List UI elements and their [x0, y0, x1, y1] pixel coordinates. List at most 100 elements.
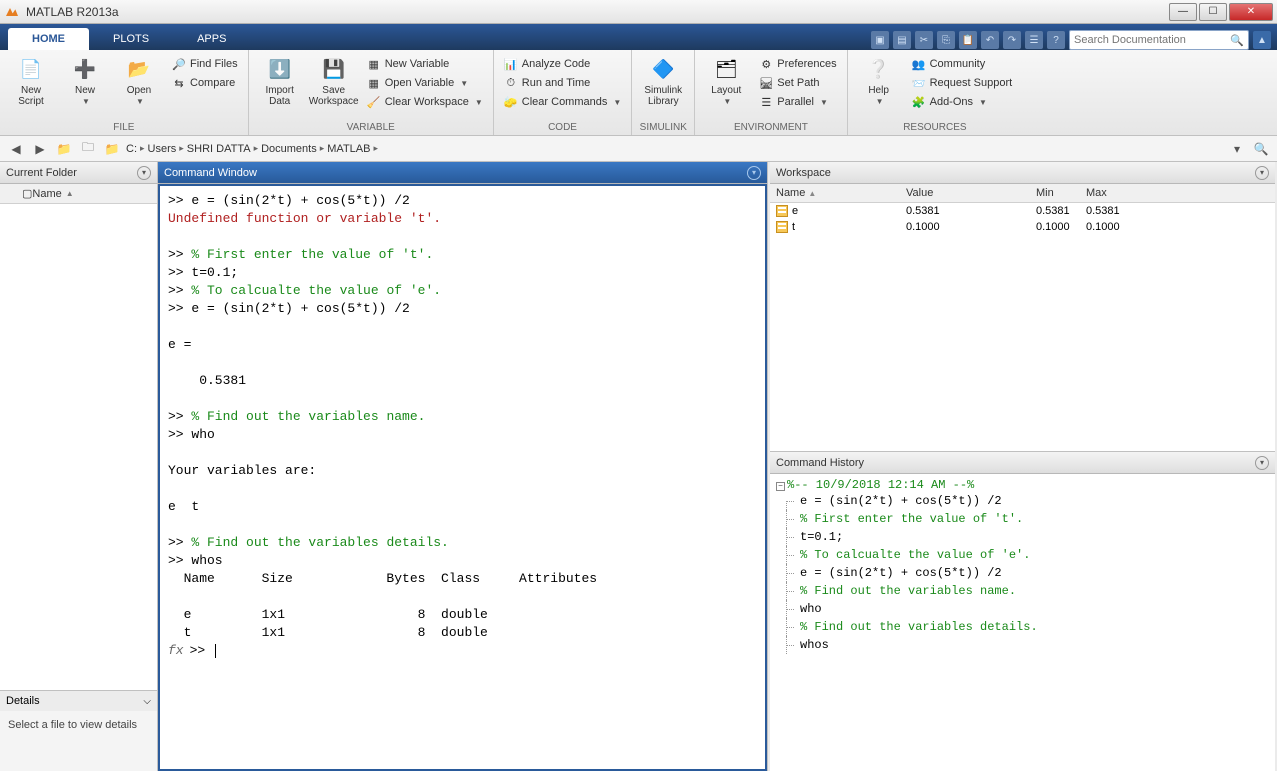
import-data-button[interactable]: ⬇️ Import Data — [255, 52, 305, 110]
panel-menu-icon[interactable]: ▾ — [747, 166, 761, 180]
simulink-library-button[interactable]: 🔷 Simulink Library — [638, 52, 688, 110]
breadcrumb-segment[interactable]: Documents — [261, 143, 317, 155]
history-item[interactable]: t=0.1; — [776, 528, 1269, 546]
tab-home[interactable]: HOME — [8, 28, 89, 50]
qat-help-icon[interactable]: ? — [1047, 31, 1065, 49]
clear-commands-button[interactable]: 🧽Clear Commands▼ — [500, 93, 626, 111]
clear-workspace-button[interactable]: 🧹Clear Workspace▼ — [363, 93, 487, 111]
qat-icon[interactable]: ▣ — [871, 31, 889, 49]
breadcrumb-segment[interactable]: Users — [148, 143, 177, 155]
command-window-header[interactable]: Command Window ▾ — [158, 162, 767, 184]
search-folder-button[interactable]: 🔍 — [1251, 139, 1271, 159]
qat-icon[interactable]: ☰ — [1025, 31, 1043, 49]
breadcrumb-segment[interactable]: C: — [126, 143, 137, 155]
run-and-time-button[interactable]: ⏱Run and Time — [500, 74, 626, 92]
forward-button[interactable]: ▶ — [30, 139, 50, 159]
community-icon: 👥 — [912, 57, 926, 71]
breadcrumb[interactable]: C:▸Users▸SHRI DATTA▸Documents▸MATLAB▸ — [126, 143, 378, 155]
history-item[interactable]: e = (sin(2*t) + cos(5*t)) /2 — [776, 564, 1269, 582]
request-support-button[interactable]: 📨Request Support — [908, 74, 1017, 92]
timer-icon: ⏱ — [504, 76, 518, 90]
qat-paste-icon[interactable]: 📋 — [959, 31, 977, 49]
search-documentation[interactable]: 🔍 — [1069, 30, 1249, 50]
preferences-button[interactable]: ⚙Preferences — [755, 55, 840, 73]
close-button[interactable]: ✕ — [1229, 3, 1273, 21]
current-folder-list[interactable] — [0, 204, 157, 690]
ribbon-group-resources: ❔ Help▼ 👥Community 📨Request Support 🧩Add… — [848, 50, 1023, 135]
qat-redo-icon[interactable]: ↷ — [1003, 31, 1021, 49]
search-icon[interactable]: 🔍 — [1230, 34, 1244, 47]
parallel-button[interactable]: ☰Parallel▼ — [755, 93, 840, 111]
tab-plots[interactable]: PLOTS — [89, 28, 173, 50]
up-folder-button[interactable]: 📁 — [54, 139, 74, 159]
workspace-panel: Workspace ▾ Name ▲ Value Min Max e0.5381… — [768, 162, 1277, 452]
current-folder-name-header[interactable]: ▢ Name▲ — [0, 184, 157, 204]
open-button[interactable]: 📂 Open▼ — [114, 52, 164, 110]
history-item[interactable]: % Find out the variables name. — [776, 582, 1269, 600]
find-files-icon: 🔎 — [172, 57, 186, 71]
new-script-button[interactable]: 📄 New Script — [6, 52, 56, 110]
addons-button[interactable]: 🧩Add-Ons▼ — [908, 93, 1017, 111]
collapse-icon[interactable]: − — [776, 482, 785, 491]
compare-button[interactable]: ⇆Compare — [168, 74, 242, 92]
help-button[interactable]: ❔ Help▼ — [854, 52, 904, 110]
set-path-button[interactable]: 🛤Set Path — [755, 74, 840, 92]
minimize-button[interactable]: — — [1169, 3, 1197, 21]
current-folder-header[interactable]: Current Folder ▾ — [0, 162, 157, 184]
ribbon-group-variable: ⬇️ Import Data 💾 Save Workspace ▦New Var… — [249, 50, 494, 135]
qat-cut-icon[interactable]: ✂ — [915, 31, 933, 49]
history-item[interactable]: who — [776, 600, 1269, 618]
workspace-header[interactable]: Workspace ▾ — [770, 162, 1275, 184]
breadcrumb-segment[interactable]: SHRI DATTA — [187, 143, 251, 155]
new-button[interactable]: ➕ New▼ — [60, 52, 110, 110]
gear-icon: ⚙ — [759, 57, 773, 71]
simulink-icon: 🔷 — [649, 55, 677, 83]
save-workspace-button[interactable]: 💾 Save Workspace — [309, 52, 359, 110]
qat-icon[interactable]: ▤ — [893, 31, 911, 49]
tab-apps[interactable]: APPS — [173, 28, 250, 50]
history-item[interactable]: e = (sin(2*t) + cos(5*t)) /2 — [776, 492, 1269, 510]
command-window[interactable]: >> e = (sin(2*t) + cos(5*t)) /2Undefined… — [158, 184, 767, 771]
community-button[interactable]: 👥Community — [908, 55, 1017, 73]
analyze-code-button[interactable]: 📊Analyze Code — [500, 55, 626, 73]
panel-menu-icon[interactable]: ▾ — [137, 166, 151, 180]
command-window-panel: Command Window ▾ >> e = (sin(2*t) + cos(… — [158, 162, 767, 771]
import-icon: ⬇️ — [266, 55, 294, 83]
panel-menu-icon[interactable]: ▾ — [1255, 166, 1269, 180]
chevron-down-icon: ▼ — [460, 79, 468, 88]
plus-icon: ➕ — [71, 55, 99, 83]
chevron-down-icon: ▼ — [723, 97, 731, 106]
history-item[interactable]: % To calcualte the value of 'e'. — [776, 546, 1269, 564]
qat-copy-icon[interactable]: ⎘ — [937, 31, 955, 49]
workspace-row[interactable]: e0.53810.53810.5381 — [770, 203, 1275, 220]
toolstrip-collapse-icon[interactable]: ▲ — [1253, 31, 1271, 49]
history-item[interactable]: % Find out the variables details. — [776, 618, 1269, 636]
breadcrumb-segment[interactable]: MATLAB — [327, 143, 370, 155]
open-variable-button[interactable]: ▦Open Variable▼ — [363, 74, 487, 92]
clear-workspace-icon: 🧹 — [367, 95, 381, 109]
details-header[interactable]: Details ⌵ — [0, 691, 157, 711]
command-history-header[interactable]: Command History ▾ — [770, 452, 1275, 474]
command-history[interactable]: −%-- 10/9/2018 12:14 AM --%e = (sin(2*t)… — [770, 474, 1275, 771]
history-dropdown[interactable]: ▾ — [1227, 139, 1247, 159]
chevron-down-icon: ▼ — [876, 97, 884, 106]
workspace-table[interactable]: Name ▲ Value Min Max e0.53810.53810.5381… — [770, 184, 1275, 452]
search-input[interactable] — [1074, 34, 1230, 46]
variable-icon — [776, 221, 788, 233]
fx-icon[interactable]: fx — [168, 642, 184, 660]
maximize-button[interactable]: ☐ — [1199, 3, 1227, 21]
history-item[interactable]: % First enter the value of 't'. — [776, 510, 1269, 528]
qat-undo-icon[interactable]: ↶ — [981, 31, 999, 49]
browse-button[interactable]: 🗀 — [78, 139, 98, 159]
back-button[interactable]: ◀ — [6, 139, 26, 159]
address-bar: ◀ ▶ 📁 🗀 📁 C:▸Users▸SHRI DATTA▸Documents▸… — [0, 136, 1277, 162]
new-variable-button[interactable]: ▦New Variable — [363, 55, 487, 73]
ribbon-group-code: 📊Analyze Code ⏱Run and Time 🧽Clear Comma… — [494, 50, 633, 135]
history-item[interactable]: whos — [776, 636, 1269, 654]
panel-menu-icon[interactable]: ▾ — [1255, 456, 1269, 470]
workspace-row[interactable]: t0.10000.10000.1000 — [770, 219, 1275, 235]
parallel-icon: ☰ — [759, 95, 773, 109]
layout-button[interactable]: 🗂 Layout▼ — [701, 52, 751, 110]
find-files-button[interactable]: 🔎Find Files — [168, 55, 242, 73]
details-message: Select a file to view details — [0, 711, 157, 771]
